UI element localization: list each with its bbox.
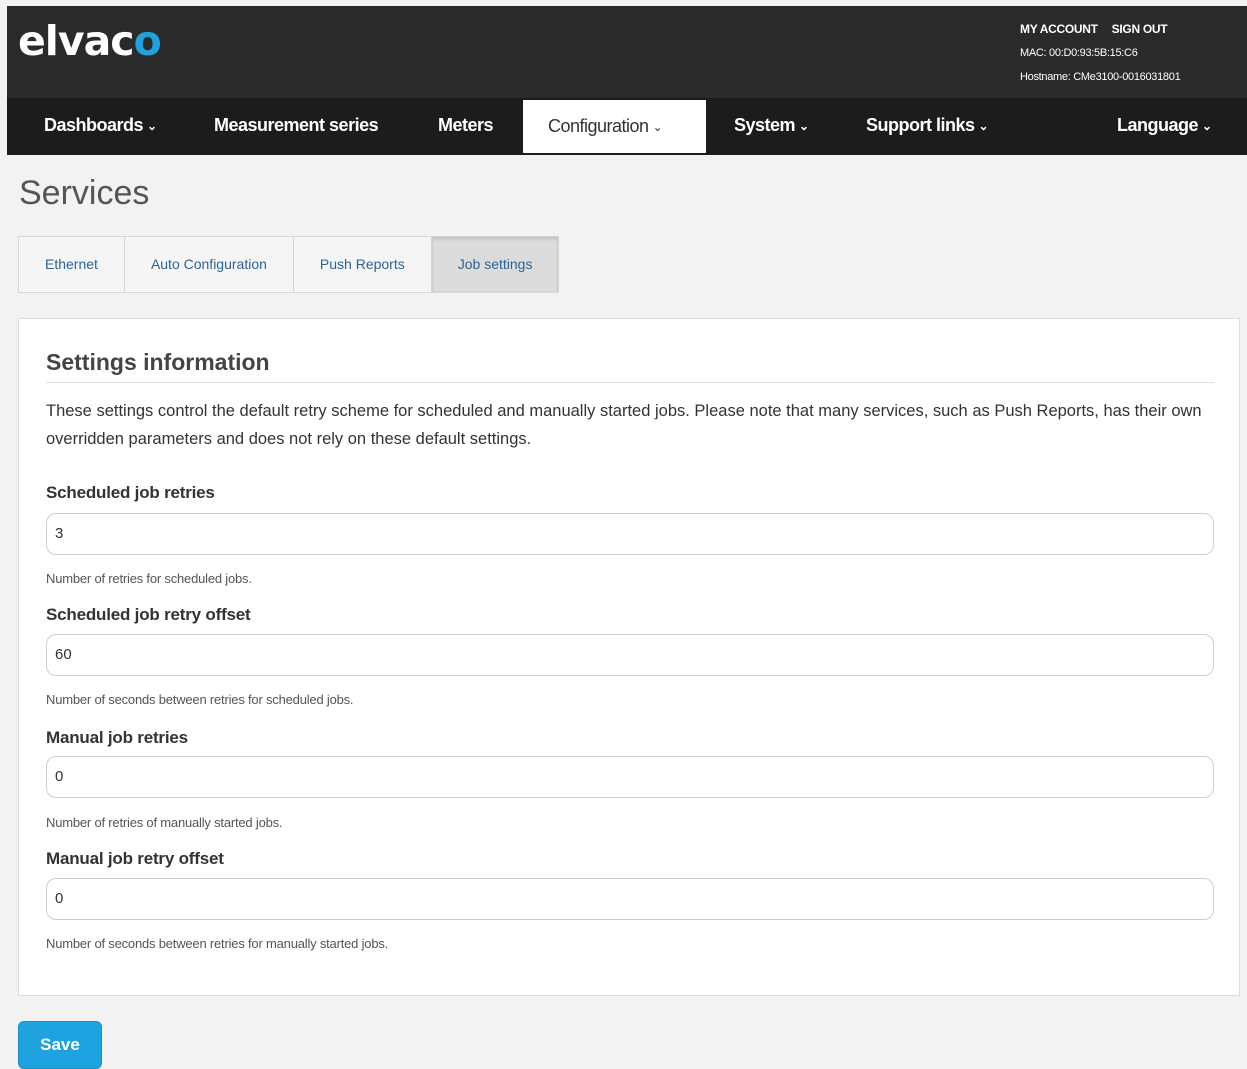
nav-system[interactable]: System ⌄: [734, 98, 809, 155]
manual-job-retries-label: Manual job retries: [46, 728, 188, 747]
caret-down-icon: ⌄: [652, 120, 663, 135]
nav-configuration[interactable]: Configuration ⌄: [523, 100, 706, 153]
scheduled-job-retries-help: Number of retries for scheduled jobs.: [46, 571, 252, 586]
settings-panel: Settings information These settings cont…: [18, 318, 1240, 996]
manual-job-retries-help: Number of retries of manually started jo…: [46, 815, 283, 830]
nav-label: System: [734, 115, 796, 135]
nav-measurement-series[interactable]: Measurement series: [214, 98, 379, 155]
scheduled-job-retry-offset-help: Number of seconds between retries for sc…: [46, 692, 354, 707]
scheduled-job-retry-offset-input[interactable]: 60: [46, 634, 1214, 676]
nav-label: Dashboards: [44, 115, 144, 135]
tab-auto-configuration[interactable]: Auto Configuration: [125, 237, 294, 292]
my-account-link[interactable]: MY ACCOUNT: [1020, 22, 1098, 36]
section-title: Settings information: [46, 349, 270, 375]
hostname: Hostname: CMe3100-0016031801: [1020, 71, 1181, 83]
scheduled-job-retry-offset-label: Scheduled job retry offset: [46, 605, 251, 624]
scheduled-job-retries-label: Scheduled job retries: [46, 483, 215, 502]
manual-job-retry-offset-label: Manual job retry offset: [46, 849, 224, 868]
nav-language[interactable]: Language ⌄: [1117, 98, 1212, 155]
account-info: MY ACCOUNT SIGN OUT MAC: 00:D0:93:5B:15:C…: [1020, 17, 1181, 89]
sign-out-link[interactable]: SIGN OUT: [1112, 22, 1168, 36]
nav-meters[interactable]: Meters: [438, 98, 494, 155]
save-button[interactable]: Save: [18, 1021, 102, 1069]
nav-label: Measurement series: [214, 115, 379, 135]
manual-job-retries-input[interactable]: 0: [46, 756, 1214, 798]
top-header: elvaco MY ACCOUNT SIGN OUT MAC: 00:D0:93:…: [7, 6, 1247, 98]
nav-label: Language: [1117, 115, 1199, 135]
service-tabs: Ethernet Auto Configuration Push Reports…: [18, 236, 560, 293]
settings-description: These settings control the default retry…: [46, 402, 1202, 448]
elvaco-logo[interactable]: elvaco: [18, 17, 162, 65]
nav-label: Support links: [866, 115, 975, 135]
nav-support-links[interactable]: Support links ⌄: [866, 98, 989, 155]
tab-push-reports[interactable]: Push Reports: [294, 237, 432, 292]
caret-down-icon: ⌄: [978, 118, 989, 133]
manual-job-retry-offset-input[interactable]: 0: [46, 878, 1214, 920]
manual-job-retry-offset-help: Number of seconds between retries for ma…: [46, 936, 389, 951]
mac-address: MAC: 00:D0:93:5B:15:C6: [1020, 47, 1138, 59]
logo-text: elvac: [18, 17, 135, 65]
caret-down-icon: ⌄: [147, 118, 157, 133]
tab-job-settings[interactable]: Job settings: [431, 237, 559, 292]
caret-down-icon: ⌄: [799, 118, 809, 133]
nav-dashboards[interactable]: Dashboards ⌄: [44, 98, 157, 155]
nav-label: Configuration: [548, 116, 649, 136]
page-title: Services: [19, 174, 150, 212]
main-nav: Dashboards ⌄ Measurement series Meters Co…: [7, 98, 1247, 155]
logo-accent: o: [133, 17, 162, 65]
nav-label: Meters: [438, 115, 494, 135]
scheduled-job-retries-input[interactable]: 3: [46, 513, 1214, 555]
divider: [46, 382, 1214, 383]
caret-down-icon: ⌄: [1202, 118, 1212, 133]
tab-ethernet[interactable]: Ethernet: [19, 237, 125, 292]
